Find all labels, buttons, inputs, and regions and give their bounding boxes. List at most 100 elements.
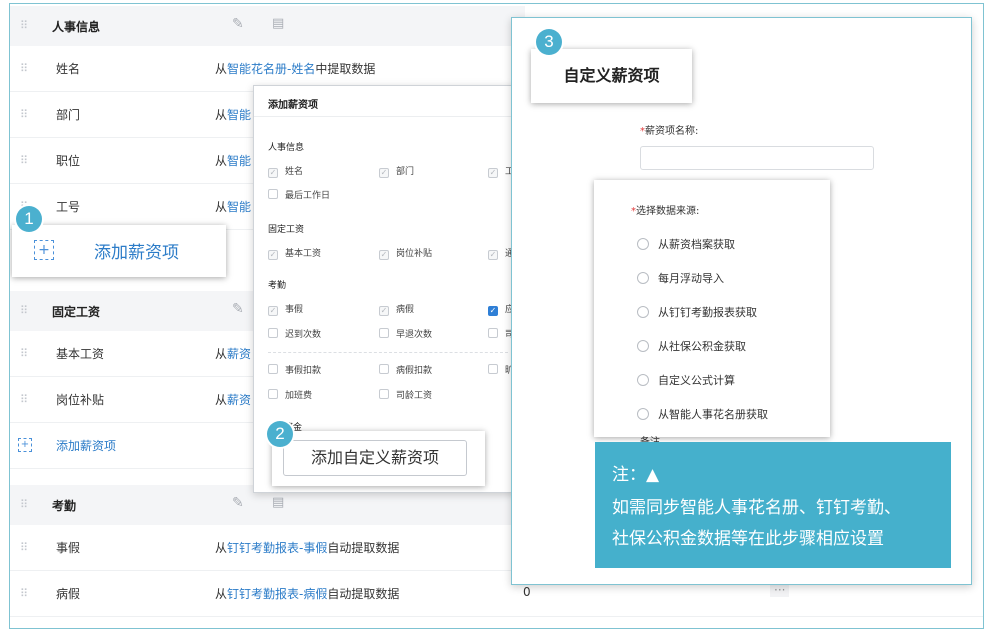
- drag-handle-icon[interactable]: ⠿: [20, 108, 28, 121]
- table-settings-icon[interactable]: ▤: [272, 16, 284, 31]
- drag-handle-icon[interactable]: ⠿: [20, 587, 28, 600]
- checkbox-sick-leave[interactable]: ✓ 病假: [379, 302, 414, 316]
- checkmark-icon: ✓: [268, 250, 278, 260]
- add-custom-salary-item-button[interactable]: 添加自定义薪资项: [283, 440, 467, 476]
- drag-handle-icon[interactable]: ⠿: [20, 541, 28, 554]
- plus-box-icon[interactable]: +: [18, 438, 32, 452]
- drag-handle-icon[interactable]: ⠿: [20, 154, 28, 167]
- source-link[interactable]: 薪资: [227, 347, 251, 361]
- radio-smart-roster[interactable]: 从智能人事花名册获取: [637, 406, 768, 422]
- row-source: 从薪资: [215, 393, 252, 407]
- checkmark-icon: ✓: [379, 168, 389, 178]
- checkmark-icon: ✓: [379, 250, 389, 260]
- checkmark-icon: ✓: [268, 306, 278, 316]
- table-row[interactable]: ⠿ 事假 从钉钉考勤报表-事假自动提取数据: [10, 525, 525, 571]
- checkbox-late-count[interactable]: 迟到次数: [268, 327, 321, 340]
- pencil-icon[interactable]: ✎: [232, 16, 244, 32]
- row-source: 从智能: [215, 108, 252, 122]
- group-title: 考勤: [268, 281, 287, 291]
- checkmark-icon: ✓: [488, 250, 498, 260]
- step-badge-1: 1: [16, 206, 42, 232]
- pencil-icon[interactable]: ✎: [232, 301, 244, 317]
- row-label: 病假: [56, 587, 81, 601]
- row-source: 从智能: [215, 154, 252, 168]
- note-line: 社保公积金数据等在此步骤相应设置: [612, 529, 884, 549]
- item-name-label: *薪资项名称:: [640, 126, 699, 137]
- drag-handle-icon[interactable]: ⠿: [20, 19, 28, 32]
- row-label: 基本工资: [56, 347, 105, 361]
- more-options-icon[interactable]: ···: [770, 583, 790, 597]
- drag-handle-icon[interactable]: ⠿: [20, 347, 28, 360]
- checkmark-icon: ✓: [268, 168, 278, 178]
- source-link[interactable]: 薪资: [227, 393, 251, 407]
- radio-icon: [637, 238, 649, 250]
- data-source-box: *选择数据来源: 从薪资档案获取 每月浮动导入 从钉钉考勤报表获取 从社保公积金…: [594, 180, 830, 437]
- divider: [254, 116, 514, 117]
- row-label: 部门: [56, 108, 81, 122]
- radio-custom-formula[interactable]: 自定义公式计算: [637, 372, 735, 388]
- checkbox-seniority-pay[interactable]: 司龄工资: [379, 388, 432, 401]
- checkbox-early-leave-count[interactable]: 早退次数: [379, 327, 432, 340]
- radio-icon: [637, 374, 649, 386]
- item-name-input[interactable]: [640, 146, 874, 170]
- row-label: 姓名: [56, 62, 81, 76]
- group-title: 固定工资: [268, 225, 305, 235]
- add-item-link[interactable]: 添加薪资项: [56, 437, 116, 454]
- row-label: 岗位补贴: [56, 393, 105, 407]
- radio-dingtalk-attendance[interactable]: 从钉钉考勤报表获取: [637, 304, 757, 320]
- note-line: 如需同步智能人事花名册、钉钉考勤、: [612, 498, 901, 518]
- section-title: 固定工资: [52, 305, 101, 319]
- drag-handle-icon[interactable]: ⠿: [20, 498, 28, 511]
- source-link[interactable]: 智能: [227, 200, 251, 214]
- section-header-personnel: ⠿ 人事信息 ✎ ▤: [10, 6, 525, 46]
- custom-salary-item-panel: 自定义薪资项 *薪资项名称: *选择数据来源: 从薪资档案获取 每月浮动导入 从…: [511, 17, 972, 585]
- row-label: 工号: [56, 200, 81, 214]
- plus-box-icon: +: [34, 240, 54, 260]
- checkbox-personal-leave[interactable]: ✓ 事假: [268, 302, 303, 316]
- drag-handle-icon[interactable]: ⠿: [20, 393, 28, 406]
- row-source: 从薪资: [215, 347, 252, 361]
- source-link[interactable]: 智能花名册-姓名: [227, 62, 315, 76]
- row-label: 职位: [56, 154, 81, 168]
- source-link[interactable]: 智能: [227, 154, 251, 168]
- add-salary-item-label: 添加薪资项: [94, 243, 179, 263]
- checkmark-icon: ✓: [488, 168, 498, 178]
- section-title: 考勤: [52, 499, 77, 513]
- step-badge-2: 2: [267, 421, 293, 447]
- step-badge-3: 3: [536, 29, 562, 55]
- drag-handle-icon[interactable]: ⠿: [20, 62, 28, 75]
- divider: [268, 352, 508, 353]
- checkbox-leave-deduction[interactable]: 事假扣款: [268, 363, 321, 376]
- radio-social-insurance[interactable]: 从社保公积金获取: [637, 338, 746, 354]
- checkmark-icon: ✓: [379, 306, 389, 316]
- source-link[interactable]: 钉钉考勤报表-事假: [227, 541, 327, 555]
- source-link[interactable]: 钉钉考勤报表-病假: [227, 587, 327, 601]
- drag-handle-icon[interactable]: ⠿: [20, 304, 28, 317]
- add-salary-item-callout[interactable]: + 添加薪资项: [12, 225, 226, 277]
- modal-title: 添加薪资项: [268, 100, 318, 111]
- table-settings-icon[interactable]: ▤: [272, 495, 284, 510]
- group-title: 人事信息: [268, 143, 305, 153]
- note-line: 注：▲: [612, 465, 660, 485]
- radio-monthly-import[interactable]: 每月浮动导入: [637, 270, 724, 286]
- checkbox-post-allowance[interactable]: ✓ 岗位补贴: [379, 246, 432, 260]
- radio-icon: [637, 306, 649, 318]
- checkbox-sick-deduction[interactable]: 病假扣款: [379, 363, 432, 376]
- radio-icon: [637, 272, 649, 284]
- add-custom-item-callout: 添加自定义薪资项: [272, 431, 485, 486]
- section-title: 人事信息: [52, 20, 101, 34]
- row-source: 从钉钉考勤报表-病假自动提取数据: [215, 587, 400, 601]
- pencil-icon[interactable]: ✎: [232, 495, 244, 511]
- payroll-settings-frame: ⠿ 人事信息 ✎ ▤ ⠿ 姓名 从智能花名册-姓名中提取数据 ⠿ 部门 从智能 …: [9, 3, 984, 629]
- row-source: 从智能: [215, 200, 252, 214]
- radio-icon: [637, 408, 649, 420]
- checkbox-name[interactable]: ✓ 姓名: [268, 164, 303, 178]
- checkbox-last-workday[interactable]: 最后工作日: [268, 188, 330, 201]
- radio-salary-archive[interactable]: 从薪资档案获取: [637, 236, 735, 252]
- checkbox-overtime-pay[interactable]: 加班费: [268, 388, 312, 401]
- row-source: 从钉钉考勤报表-事假自动提取数据: [215, 541, 400, 555]
- source-link[interactable]: 智能: [227, 108, 251, 122]
- note-box: 注：▲ 如需同步智能人事花名册、钉钉考勤、 社保公积金数据等在此步骤相应设置: [595, 442, 951, 568]
- checkbox-base-salary[interactable]: ✓ 基本工资: [268, 246, 321, 260]
- checkbox-dept[interactable]: ✓ 部门: [379, 164, 414, 178]
